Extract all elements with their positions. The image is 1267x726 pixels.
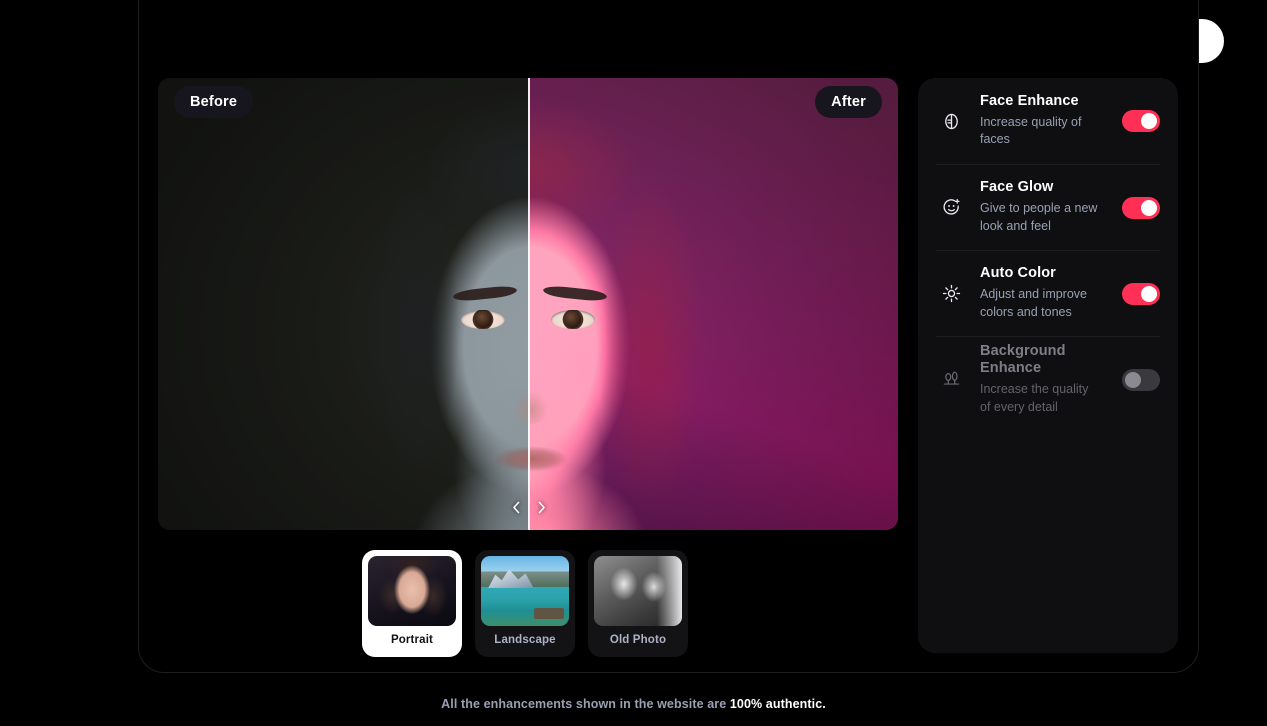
- setting-face-enhance-subtitle: Increase quality of faces: [980, 114, 1098, 150]
- remini-enhance-page: Enhance AI Photos API Support Try Remini: [0, 0, 1267, 726]
- before-badge: Before: [174, 86, 253, 118]
- comparison-slider-handle[interactable]: [512, 496, 546, 518]
- toggle-face-enhance[interactable]: [1122, 110, 1160, 132]
- after-image-half: [528, 78, 898, 530]
- trees-background-icon: [936, 370, 966, 389]
- setting-face-glow-title: Face Glow: [980, 179, 1114, 197]
- setting-auto-color[interactable]: Auto Color Adjust and improve colors and…: [936, 250, 1160, 336]
- setting-face-glow-subtitle: Give to people a new look and feel: [980, 200, 1098, 236]
- thumbnail-landscape-label: Landscape: [494, 634, 555, 646]
- authenticity-footnote-prefix: All the enhancements shown in the websit…: [441, 697, 730, 711]
- after-portrait-image: [528, 78, 898, 530]
- thumbnail-portrait-label: Portrait: [391, 634, 433, 646]
- setting-background-enhance[interactable]: Background Enhance Increase the quality …: [936, 336, 1160, 422]
- comparison-divider-line: [528, 78, 530, 530]
- before-after-comparison[interactable]: Before After: [158, 78, 898, 530]
- authenticity-footnote: All the enhancements shown in the websit…: [0, 697, 1267, 711]
- setting-auto-color-subtitle: Adjust and improve colors and tones: [980, 286, 1098, 322]
- old-photo-thumbnail-image: [594, 556, 682, 626]
- setting-auto-color-text: Auto Color Adjust and improve colors and…: [980, 265, 1122, 321]
- setting-auto-color-title: Auto Color: [980, 265, 1114, 283]
- setting-face-enhance-title: Face Enhance: [980, 93, 1114, 111]
- landscape-thumbnail-image: [481, 556, 569, 626]
- chevron-left-icon: [512, 501, 521, 514]
- chevron-right-icon: [537, 501, 546, 514]
- toggle-face-glow[interactable]: [1122, 197, 1160, 219]
- toggle-background-enhance[interactable]: [1122, 369, 1160, 391]
- sample-image-selector: Portrait Landscape Old Photo: [362, 550, 688, 657]
- toggle-knob: [1125, 372, 1141, 388]
- enhancement-settings-panel: Face Enhance Increase quality of faces F…: [918, 78, 1178, 653]
- smiley-sparkle-icon: [936, 198, 966, 217]
- toggle-knob: [1141, 200, 1157, 216]
- toggle-knob: [1141, 286, 1157, 302]
- setting-background-enhance-title: Background Enhance: [980, 343, 1114, 378]
- toggle-knob: [1141, 113, 1157, 129]
- before-image-half: [158, 78, 528, 530]
- setting-background-enhance-text: Background Enhance Increase the quality …: [980, 343, 1122, 417]
- thumbnail-portrait[interactable]: Portrait: [362, 550, 462, 657]
- setting-face-enhance-text: Face Enhance Increase quality of faces: [980, 93, 1122, 149]
- portrait-thumbnail-image: [368, 556, 456, 626]
- setting-face-enhance[interactable]: Face Enhance Increase quality of faces: [936, 78, 1160, 164]
- authenticity-footnote-bold: 100% authentic.: [730, 697, 826, 711]
- after-badge: After: [815, 86, 882, 118]
- setting-face-glow[interactable]: Face Glow Give to people a new look and …: [936, 164, 1160, 250]
- thumbnail-landscape[interactable]: Landscape: [475, 550, 575, 657]
- face-contrast-icon: [936, 112, 966, 131]
- setting-face-glow-text: Face Glow Give to people a new look and …: [980, 179, 1122, 235]
- thumbnail-old-photo[interactable]: Old Photo: [588, 550, 688, 657]
- sun-brightness-icon: [936, 284, 966, 303]
- setting-background-enhance-subtitle: Increase the quality of every detail: [980, 381, 1098, 417]
- thumbnail-old-photo-label: Old Photo: [610, 634, 666, 646]
- before-portrait-image: [158, 78, 528, 530]
- toggle-auto-color[interactable]: [1122, 283, 1160, 305]
